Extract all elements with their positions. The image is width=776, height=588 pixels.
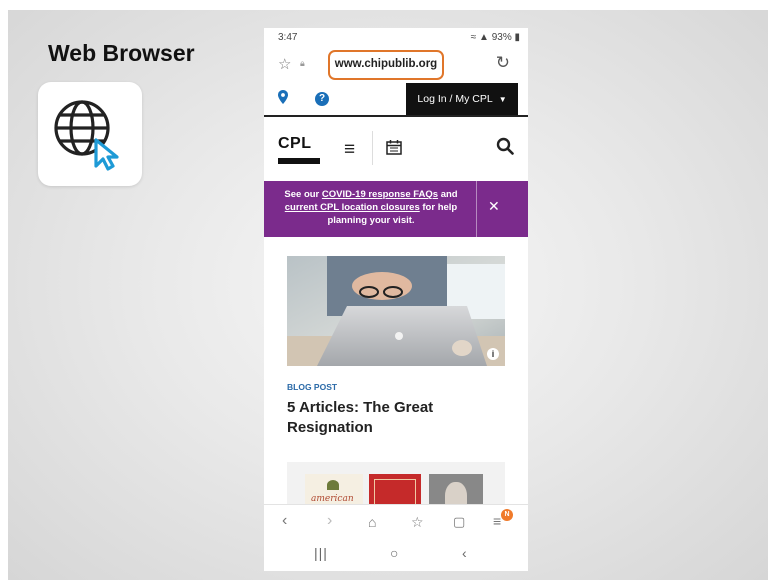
covid-faq-link[interactable]: COVID-19 response FAQs bbox=[322, 189, 438, 200]
battery-icon: ▮ bbox=[511, 32, 520, 43]
battery-level: 93% bbox=[491, 32, 512, 43]
cpl-logo[interactable]: CPL bbox=[278, 135, 320, 164]
book-covers-strip[interactable]: american bbox=[287, 462, 505, 510]
browser-menu-icon[interactable]: ≡ bbox=[493, 513, 501, 529]
login-label: Log In / My CPL bbox=[417, 93, 493, 105]
wifi-signal-icon: ≈ ▲ bbox=[470, 32, 492, 43]
close-icon[interactable]: ✕ bbox=[488, 198, 500, 215]
article-photo bbox=[287, 256, 505, 366]
article-tag: BLOG POST bbox=[287, 382, 338, 392]
site-top-bar: ? Log In / My CPL ▼ bbox=[264, 83, 528, 115]
covid-banner-message: See our COVID-19 response FAQs and curre… bbox=[270, 188, 472, 227]
address-field[interactable]: www.chipublib.org bbox=[328, 50, 444, 80]
calendar-icon[interactable] bbox=[386, 139, 402, 160]
bookmark-star-icon[interactable]: ☆ bbox=[278, 55, 291, 73]
article-title-link[interactable]: 5 Articles: The Great Resignation bbox=[287, 398, 487, 438]
cpl-logo-text: CPL bbox=[278, 135, 312, 152]
bookmarks-icon[interactable]: ☆ bbox=[411, 514, 424, 531]
hamburger-menu-icon[interactable]: ≡ bbox=[344, 139, 355, 161]
site-nav-bar: CPL ≡ bbox=[264, 117, 528, 181]
status-icons: ≈ ▲ 93% ▮ bbox=[471, 32, 520, 43]
image-info-icon[interactable]: i bbox=[487, 348, 499, 360]
book-cover-title: american bbox=[311, 494, 354, 504]
help-icon[interactable]: ? bbox=[315, 92, 329, 106]
web-browser-app-tile bbox=[38, 82, 142, 186]
slide-title: Web Browser bbox=[48, 40, 195, 66]
location-closures-link[interactable]: current CPL location closures bbox=[285, 202, 420, 213]
nav-separator bbox=[372, 131, 373, 165]
phone-screen: 3:47 ≈ ▲ 93% ▮ ☆ 🔒︎ www.chipublib.org ↻ … bbox=[264, 28, 528, 571]
status-bar: 3:47 ≈ ▲ 93% ▮ bbox=[264, 28, 528, 46]
banner-text-2: and bbox=[438, 189, 458, 200]
tabs-icon[interactable]: ▢ bbox=[453, 514, 465, 530]
recent-apps-icon[interactable]: ||| bbox=[314, 545, 328, 561]
system-back-icon[interactable]: ‹ bbox=[462, 545, 467, 561]
home-icon[interactable]: ⌂ bbox=[368, 514, 376, 530]
banner-separator bbox=[476, 181, 477, 237]
browser-bottom-toolbar: ‹ › ⌂ ☆ ▢ ≡ N bbox=[264, 504, 528, 539]
reload-icon[interactable]: ↻ bbox=[496, 53, 510, 73]
home-button-icon[interactable]: ○ bbox=[390, 545, 398, 561]
back-icon[interactable]: ‹ bbox=[282, 512, 287, 530]
chevron-down-icon: ▼ bbox=[498, 95, 507, 104]
globe-cursor-icon bbox=[54, 100, 119, 171]
login-my-cpl-button[interactable]: Log In / My CPL ▼ bbox=[406, 83, 518, 115]
lock-icon[interactable]: 🔒︎ bbox=[300, 58, 305, 69]
article-image[interactable]: i bbox=[287, 256, 505, 366]
browser-url-bar: ☆ 🔒︎ www.chipublib.org ↻ bbox=[264, 46, 528, 82]
cpl-logo-bar bbox=[278, 158, 320, 164]
book-cover-plant bbox=[327, 480, 339, 490]
system-nav-bar: ||| ○ ‹ bbox=[264, 538, 528, 571]
notification-badge: N bbox=[501, 509, 513, 521]
covid-banner: See our COVID-19 response FAQs and curre… bbox=[264, 181, 528, 237]
location-pin-icon[interactable] bbox=[278, 90, 288, 109]
search-icon[interactable] bbox=[496, 137, 514, 160]
status-time: 3:47 bbox=[278, 32, 298, 43]
forward-icon[interactable]: › bbox=[327, 512, 332, 530]
banner-text-1: See our bbox=[284, 189, 322, 200]
